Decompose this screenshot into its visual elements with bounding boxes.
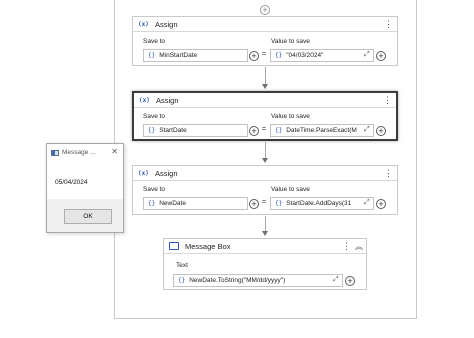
save-to-field[interactable]: {} StartDate xyxy=(143,124,248,137)
assign-title: Assign xyxy=(155,19,178,29)
expand-editor-icon[interactable]: ⤢ xyxy=(364,126,370,134)
expand-editor-icon[interactable]: ⤢ xyxy=(364,199,370,207)
save-to-field[interactable]: {} MinStartDate xyxy=(143,49,248,62)
value-field[interactable]: {} "04/03/2024" xyxy=(270,49,374,62)
value-to-save-label: Value to save xyxy=(271,113,310,120)
value-field[interactable]: {} DateTime.ParseExact(M xyxy=(270,124,374,137)
expand-editor-icon[interactable]: ⤢ xyxy=(333,276,339,284)
message-dialog: Message ... ✕ 05/04/2024 OK xyxy=(46,143,124,233)
more-options-icon[interactable]: ⋮ xyxy=(384,19,393,29)
expression-icon: {} xyxy=(178,277,186,284)
expression-icon: {} xyxy=(148,127,156,134)
assign-header[interactable]: (x) Assign xyxy=(133,166,397,181)
connector-line xyxy=(265,67,266,84)
more-options-icon[interactable]: ⋮ xyxy=(384,168,393,178)
value-to-save-label: Value to save xyxy=(271,186,310,193)
connector-arrow xyxy=(262,158,268,163)
text-label: Text xyxy=(176,262,188,269)
add-value-button[interactable]: + xyxy=(376,51,386,61)
message-box-title: Message Box xyxy=(185,241,231,251)
connector-arrow xyxy=(262,231,268,236)
value-text: StartDate.AddDays(31 xyxy=(286,200,352,207)
save-to-value: NewDate xyxy=(159,200,186,207)
equals-sign: = xyxy=(262,199,267,206)
variable-icon: (x) xyxy=(138,20,149,28)
add-variable-button[interactable]: + xyxy=(249,199,259,209)
app-icon xyxy=(51,149,59,156)
add-value-button[interactable]: + xyxy=(376,126,386,136)
connector-arrow xyxy=(262,84,268,89)
expression-icon: {} xyxy=(275,200,283,207)
more-options-icon[interactable]: ⋮ xyxy=(342,241,351,251)
save-to-label: Save to xyxy=(143,113,166,120)
more-options-icon[interactable]: ⋮ xyxy=(383,95,392,105)
add-value-button[interactable]: + xyxy=(376,199,386,209)
dialog-title-bar[interactable]: Message ... xyxy=(51,149,96,156)
add-variable-button[interactable]: + xyxy=(249,126,259,136)
value-to-save-label: Value to save xyxy=(271,38,310,45)
assign-activity-3[interactable]: (x) Assign ⋮ Save to Value to save {} Ne… xyxy=(132,165,398,215)
expression-icon: {} xyxy=(148,200,156,207)
expand-editor-icon[interactable]: ⤢ xyxy=(364,51,370,59)
add-value-button[interactable]: + xyxy=(345,276,355,286)
equals-sign: = xyxy=(262,126,267,133)
save-to-label: Save to xyxy=(143,186,166,193)
add-activity-icon[interactable]: + xyxy=(260,5,270,15)
message-box-activity[interactable]: Message Box ⋮ ︽ Text {} NewDate.ToString… xyxy=(163,238,367,290)
connector-line xyxy=(265,216,266,231)
assign-title: Assign xyxy=(156,95,179,105)
container-right-border xyxy=(416,0,417,319)
variable-icon: (x) xyxy=(139,96,150,104)
add-variable-button[interactable]: + xyxy=(249,51,259,61)
equals-sign: = xyxy=(262,51,267,58)
collapse-icon[interactable]: ︽ xyxy=(355,242,363,252)
save-to-field[interactable]: {} NewDate xyxy=(143,197,248,210)
value-field[interactable]: {} StartDate.AddDays(31 xyxy=(270,197,374,210)
message-box-header[interactable]: Message Box xyxy=(164,239,366,254)
expression-icon: {} xyxy=(275,127,283,134)
dialog-title: Message ... xyxy=(62,149,96,156)
assign-header[interactable]: (x) Assign xyxy=(134,93,396,108)
assign-header[interactable]: (x) Assign xyxy=(133,17,397,32)
container-bottom-border xyxy=(114,318,416,319)
value-text: "04/03/2024" xyxy=(286,52,324,59)
assign-activity-2[interactable]: (x) Assign ⋮ Save to Value to save {} St… xyxy=(132,91,398,141)
save-to-label: Save to xyxy=(143,38,166,45)
assign-activity-1[interactable]: (x) Assign ⋮ Save to Value to save {} Mi… xyxy=(132,16,398,66)
expression-icon: {} xyxy=(275,52,283,59)
dialog-footer: OK xyxy=(47,199,123,232)
value-text: DateTime.ParseExact(M xyxy=(286,127,357,134)
connector-line xyxy=(265,142,266,158)
variable-icon: (x) xyxy=(138,169,149,177)
message-box-icon xyxy=(169,242,179,250)
dialog-message: 05/04/2024 xyxy=(55,179,88,186)
save-to-value: StartDate xyxy=(159,127,187,134)
close-icon[interactable]: ✕ xyxy=(111,147,118,156)
assign-title: Assign xyxy=(155,168,178,178)
expression-icon: {} xyxy=(148,52,156,59)
text-field[interactable]: {} NewDate.ToString("MM/dd/yyyy") xyxy=(173,274,343,287)
text-value: NewDate.ToString("MM/dd/yyyy") xyxy=(189,277,286,284)
save-to-value: MinStartDate xyxy=(159,52,198,59)
ok-button[interactable]: OK xyxy=(64,209,112,224)
